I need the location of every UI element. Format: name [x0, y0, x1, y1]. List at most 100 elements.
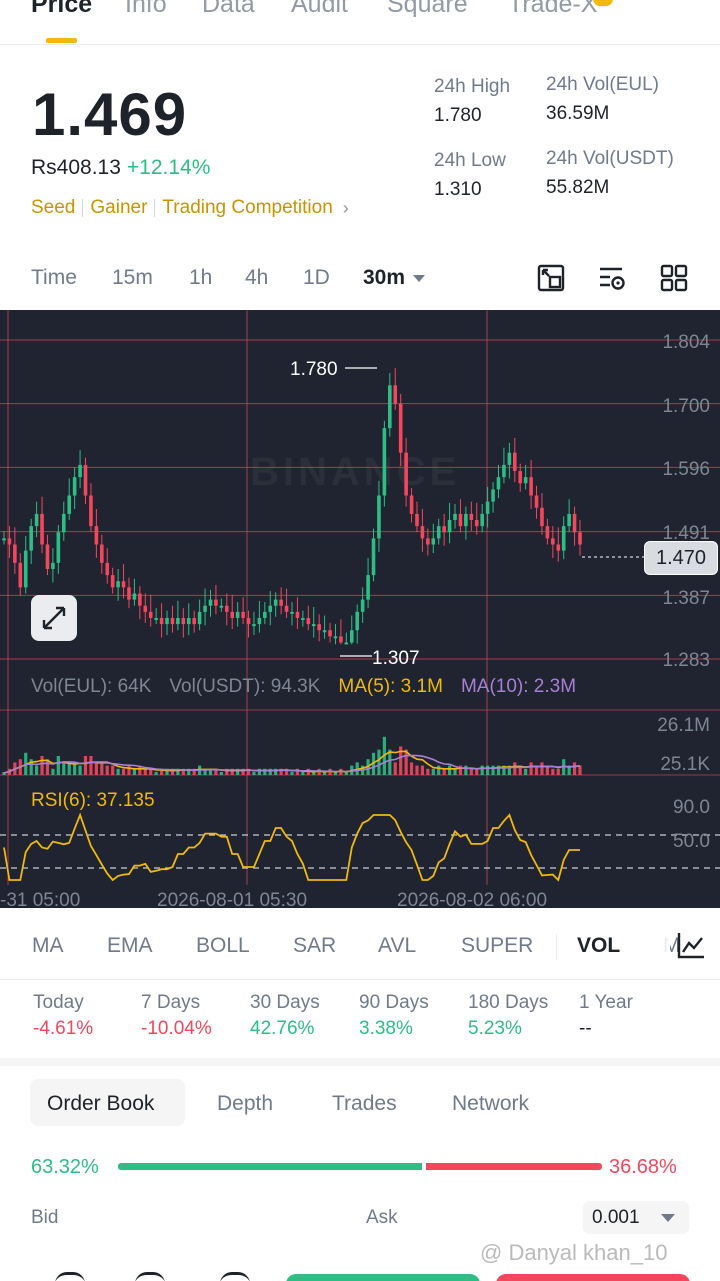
perf-value: -- — [579, 1018, 592, 1039]
volume-bar — [469, 768, 473, 775]
price-tick: 1.283 — [662, 650, 710, 671]
candle-body — [132, 593, 137, 600]
candle-body — [431, 538, 436, 545]
candle-body — [45, 544, 50, 569]
candle-body — [230, 611, 235, 618]
candle-body — [469, 513, 474, 521]
volume-bar — [111, 765, 115, 775]
indicator-ma[interactable]: MA — [32, 934, 64, 958]
volume-bar — [420, 765, 425, 775]
vol-base-legend: Vol(EUL): 64K — [31, 676, 152, 697]
indicator-vol[interactable]: VOL — [577, 934, 620, 958]
expand-chart-button[interactable] — [31, 595, 77, 641]
volume-bar — [219, 772, 223, 775]
candle-body — [78, 464, 82, 478]
candle-body — [415, 513, 419, 527]
rsi-tick: 90.0 — [673, 797, 710, 818]
tag-gainer[interactable]: Gainer — [90, 197, 147, 219]
candle-body — [263, 611, 267, 618]
interval-30m-select[interactable]: 30m — [363, 266, 426, 290]
tab-order-book[interactable]: Order Book — [47, 1092, 154, 1116]
candle-body — [458, 513, 463, 527]
candle-body — [268, 605, 273, 612]
tab-trades[interactable]: Trades — [332, 1092, 397, 1116]
candle-body — [121, 581, 126, 588]
precision-select[interactable]: 0.001 — [583, 1201, 689, 1234]
perf-180d: 180 Days 5.23% — [468, 992, 548, 1040]
trade-icon[interactable] — [220, 1272, 250, 1281]
price-chart[interactable]: BINANCE 1.804 1.700 1.596 1.491 1.387 1.… — [0, 310, 720, 908]
volume-bar — [268, 768, 272, 775]
interval-30m-label: 30m — [363, 266, 406, 289]
volume-bar — [121, 768, 126, 775]
candle-body — [540, 507, 544, 527]
volume-bar — [393, 762, 397, 775]
indicator-avl[interactable]: AVL — [378, 934, 416, 958]
candle-body — [56, 532, 61, 563]
tab-square[interactable]: Square — [387, 0, 468, 19]
fullscreen-chart-icon[interactable] — [537, 264, 565, 292]
tags-row[interactable]: Seed Gainer Trading Competition › — [31, 197, 349, 219]
volume-bar — [475, 768, 479, 775]
rsi-tick: 50.0 — [673, 831, 710, 852]
stat-vol-base-value: 36.59M — [546, 103, 610, 124]
indicator-settings-chart-icon[interactable] — [676, 930, 706, 960]
candle-body — [561, 526, 566, 551]
last-price-tag: 1.470 — [644, 541, 718, 575]
candle-body — [51, 562, 55, 569]
more-icon[interactable] — [55, 1272, 85, 1281]
candle-body — [447, 520, 452, 533]
volume-bar — [40, 756, 44, 775]
interval-1d[interactable]: 1D — [303, 266, 330, 290]
stat-high-value: 1.780 — [434, 105, 482, 126]
vol-quote-legend: Vol(USDT): 94.3K — [169, 676, 321, 697]
tag-trading-competition[interactable]: Trading Competition — [162, 197, 332, 219]
tab-price[interactable]: Price — [31, 0, 92, 19]
tab-audit[interactable]: Audit — [291, 0, 348, 19]
candle-body — [72, 477, 77, 496]
ma10-legend: MA(10): 2.3M — [460, 676, 577, 697]
volume-bar — [78, 765, 82, 775]
candle-body — [393, 385, 398, 404]
chart-settings-icon[interactable] — [598, 264, 626, 292]
candle-body — [409, 495, 414, 514]
interval-time[interactable]: Time — [31, 266, 77, 290]
candle-body — [572, 513, 577, 533]
sell-button[interactable] — [496, 1274, 690, 1281]
chevron-right-icon[interactable]: › — [343, 198, 349, 219]
price-tick: 1.804 — [662, 332, 710, 353]
tag-seed[interactable]: Seed — [31, 197, 75, 219]
volume-bar — [154, 772, 158, 775]
grid-layout-icon[interactable] — [660, 264, 688, 292]
candle-body — [186, 617, 191, 625]
volume-bar — [116, 768, 120, 775]
indicator-super[interactable]: SUPER — [461, 934, 533, 958]
rsi-legend: RSI(6): 37.135 — [31, 790, 155, 811]
perf-value: -4.61% — [33, 1018, 94, 1039]
tab-info[interactable]: Info — [125, 0, 167, 19]
indicator-sar[interactable]: SAR — [293, 934, 336, 958]
candle-body — [556, 544, 561, 551]
fiat-price-row: Rs408.13 +12.14% — [31, 156, 210, 180]
tab-trade-x[interactable]: Trade-X — [508, 0, 597, 19]
candle-body — [83, 464, 88, 496]
candle-body — [567, 513, 571, 527]
alert-icon[interactable] — [135, 1272, 165, 1281]
volume-bar — [100, 762, 104, 775]
tab-network[interactable]: Network — [452, 1092, 529, 1116]
candle-body — [485, 501, 490, 514]
candle-body — [496, 477, 501, 490]
candle-body — [192, 617, 196, 625]
candle-body — [507, 452, 512, 465]
indicator-ema[interactable]: EMA — [107, 934, 153, 958]
interval-15m[interactable]: 15m — [112, 266, 153, 290]
buy-button[interactable] — [286, 1274, 480, 1281]
candle-body — [165, 617, 169, 625]
interval-4h[interactable]: 4h — [245, 266, 268, 290]
indicator-boll[interactable]: BOLL — [196, 934, 250, 958]
tab-depth[interactable]: Depth — [217, 1092, 273, 1116]
tab-data[interactable]: Data — [202, 0, 255, 19]
candle-body — [317, 624, 321, 631]
candle-body — [143, 605, 148, 612]
interval-1h[interactable]: 1h — [189, 266, 212, 290]
